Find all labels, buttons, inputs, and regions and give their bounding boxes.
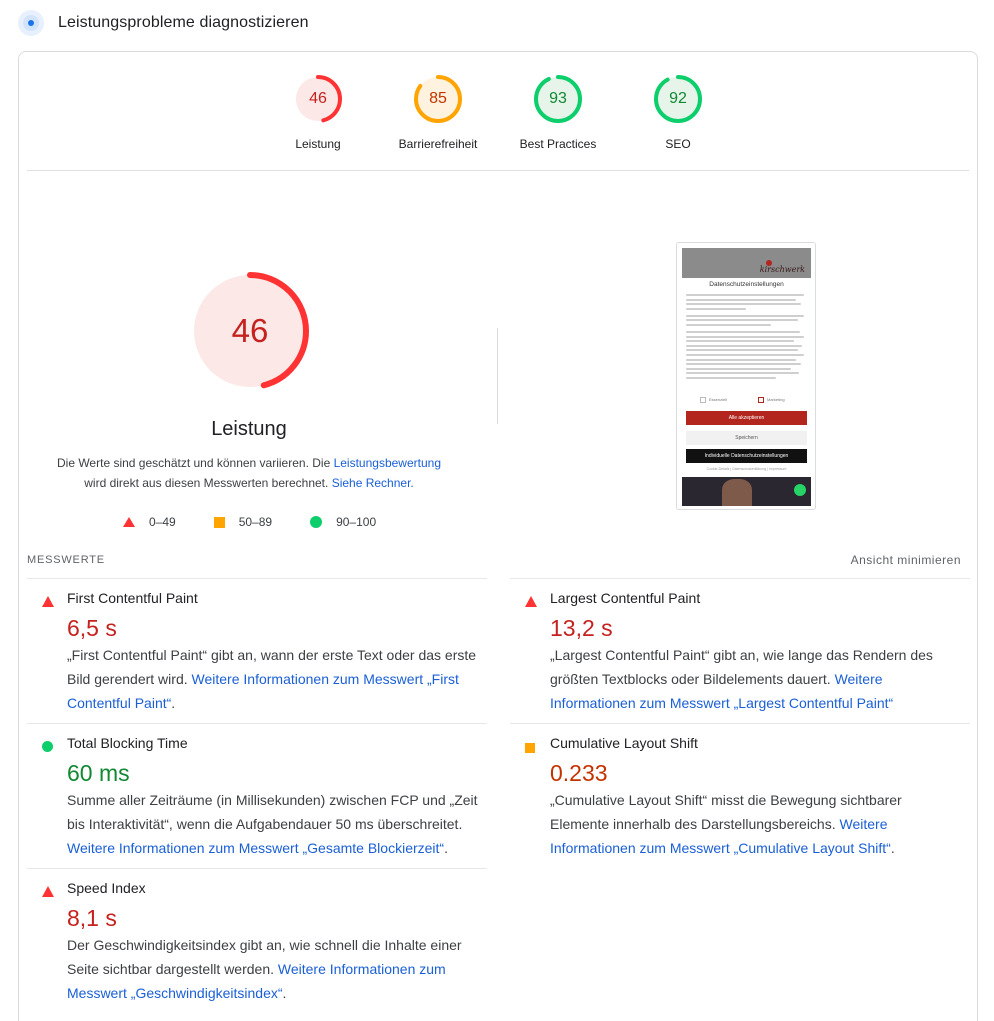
gauge-score: 93 bbox=[549, 90, 567, 107]
performance-score-link[interactable]: Leistungsbewertung bbox=[334, 456, 441, 470]
triangle-icon bbox=[42, 886, 54, 897]
gauge-score: 92 bbox=[669, 90, 687, 107]
metrics-heading: MESSWERTE bbox=[27, 554, 105, 566]
metric-description-end: . bbox=[890, 840, 895, 856]
gauge-best-practices[interactable]: 93 Best Practices bbox=[508, 74, 608, 151]
legend-pass: 90–100 bbox=[310, 515, 376, 529]
metric-name: Speed Index bbox=[67, 880, 146, 896]
triangle-icon bbox=[123, 517, 135, 527]
gauge-accessibility[interactable]: 85 Barrierefreiheit bbox=[388, 74, 488, 151]
circle-icon bbox=[310, 516, 323, 528]
metric-description: „First Contentful Paint“ gibt an, wann d… bbox=[67, 643, 479, 715]
report-card: 46 Leistung 85 Barrierefreiheit 93 Best … bbox=[18, 51, 978, 1021]
diagnose-icon bbox=[18, 10, 44, 36]
metric-description: Summe aller Zeiträume (in Millisekunden)… bbox=[67, 788, 479, 860]
metric-description-end: . bbox=[444, 840, 448, 856]
checkbox-icon bbox=[758, 397, 764, 403]
gauge-score: 46 bbox=[309, 90, 327, 107]
screenshot-accept-button: Alle akzeptieren bbox=[686, 411, 807, 425]
screenshot-checkboxes: Essenziell Marketing bbox=[700, 397, 800, 405]
metric-fcp: First Contentful Paint 6,5 s „First Cont… bbox=[27, 578, 487, 724]
gauge-performance[interactable]: 46 Leistung bbox=[268, 74, 368, 151]
whatsapp-icon bbox=[794, 484, 806, 496]
gauge-label: SEO bbox=[665, 137, 691, 151]
divider bbox=[27, 170, 969, 171]
description-text: Die Werte sind geschätzt und können vari… bbox=[56, 456, 334, 470]
gauge-label: Leistung bbox=[295, 137, 341, 151]
triangle-icon bbox=[525, 596, 537, 607]
screenshot-content: kirschwerk Datenschutzeinstellungen Esse… bbox=[682, 248, 811, 506]
gauge-ring: 92 bbox=[653, 74, 703, 124]
metric-value: 8,1 s bbox=[67, 905, 117, 931]
metric-value: 13,2 s bbox=[550, 615, 613, 641]
vertical-divider bbox=[497, 328, 498, 424]
metric-lcp: Largest Contentful Paint 13,2 s „Largest… bbox=[510, 578, 970, 724]
gauge-seo[interactable]: 92 SEO bbox=[628, 74, 728, 151]
screenshot-brand: kirschwerk bbox=[759, 265, 805, 274]
legend-label: 0–49 bbox=[149, 515, 176, 529]
category-gauges: 46 Leistung 85 Barrierefreiheit 93 Best … bbox=[19, 74, 977, 158]
performance-title: Leistung bbox=[211, 418, 287, 440]
screenshot-custom-button: Individuelle Datenschutzeinstellungen bbox=[686, 449, 807, 463]
metric-description-end: . bbox=[282, 985, 287, 1001]
calculator-link[interactable]: Siehe Rechner. bbox=[332, 476, 414, 490]
metric-name: First Contentful Paint bbox=[67, 590, 198, 606]
legend-average: 50–89 bbox=[213, 515, 273, 529]
gauge-ring: 46 bbox=[293, 74, 343, 124]
gauge-ring: 85 bbox=[413, 74, 463, 124]
score-legend: 0–49 50–89 90–100 bbox=[123, 514, 414, 530]
metric-tbt: Total Blocking Time 60 ms Summe aller Ze… bbox=[27, 723, 487, 869]
metric-value: 0.233 bbox=[550, 760, 608, 786]
description-text: wird direkt aus diesen Messwerten berech… bbox=[84, 475, 332, 490]
performance-score: 46 bbox=[231, 312, 269, 349]
legend-label: 90–100 bbox=[336, 515, 377, 529]
legend-label: 50–89 bbox=[238, 515, 273, 529]
checkbox-label: Marketing bbox=[767, 397, 785, 402]
screenshot-save-button: Speichern bbox=[686, 431, 807, 445]
metric-value: 6,5 s bbox=[67, 615, 117, 641]
screenshot-photo bbox=[682, 477, 811, 506]
metric-speed-index: Speed Index 8,1 s Der Geschwindigkeitsin… bbox=[27, 868, 487, 1014]
metric-description: „Cumulative Layout Shift“ misst die Bewe… bbox=[550, 788, 962, 860]
section-title: Leistungsprobleme diagnostizieren bbox=[58, 14, 309, 31]
screenshot-header: kirschwerk bbox=[682, 248, 811, 278]
gauge-score: 85 bbox=[429, 90, 447, 107]
metric-description-end: . bbox=[171, 695, 176, 711]
metric-name: Total Blocking Time bbox=[67, 735, 188, 751]
metric-description: Der Geschwindigkeitsindex gibt an, wie s… bbox=[67, 933, 479, 1005]
metric-name: Cumulative Layout Shift bbox=[550, 735, 698, 751]
checkbox-icon bbox=[700, 397, 706, 403]
metric-description: „Largest Contentful Paint“ gibt an, wie … bbox=[550, 643, 962, 715]
square-icon bbox=[213, 516, 225, 528]
triangle-icon bbox=[42, 596, 54, 607]
section-header: Leistungsprobleme diagnostizieren bbox=[18, 10, 309, 36]
gauge-ring: 93 bbox=[533, 74, 583, 124]
gauge-label: Best Practices bbox=[519, 137, 597, 151]
metric-description-text: Summe aller Zeiträume (in Millisekunden)… bbox=[67, 792, 478, 832]
screenshot-heading: Datenschutzeinstellungen bbox=[709, 281, 784, 288]
checkbox-label: Essenziell bbox=[709, 397, 728, 402]
score-description: Die Werte sind geschätzt und können vari… bbox=[49, 454, 449, 493]
page-screenshot-thumbnail[interactable]: kirschwerk Datenschutzeinstellungen Esse… bbox=[676, 242, 816, 510]
performance-gauge-large: 46 bbox=[190, 271, 310, 391]
metric-learn-more-link[interactable]: Weitere Informationen zum Messwert „Gesa… bbox=[67, 840, 444, 856]
screenshot-footer: Cookie-Details | Datenschutzerklärung | … bbox=[706, 467, 787, 471]
metric-value: 60 ms bbox=[67, 760, 130, 786]
collapse-view-button[interactable]: Ansicht minimieren bbox=[851, 553, 961, 567]
screenshot-text-block bbox=[686, 294, 807, 382]
metric-cls: Cumulative Layout Shift 0.233 „Cumulativ… bbox=[510, 723, 970, 869]
square-icon bbox=[525, 743, 535, 753]
legend-fail: 0–49 bbox=[123, 515, 176, 529]
gauge-label: Barrierefreiheit bbox=[398, 137, 478, 151]
circle-icon bbox=[42, 741, 53, 752]
metric-name: Largest Contentful Paint bbox=[550, 590, 701, 606]
